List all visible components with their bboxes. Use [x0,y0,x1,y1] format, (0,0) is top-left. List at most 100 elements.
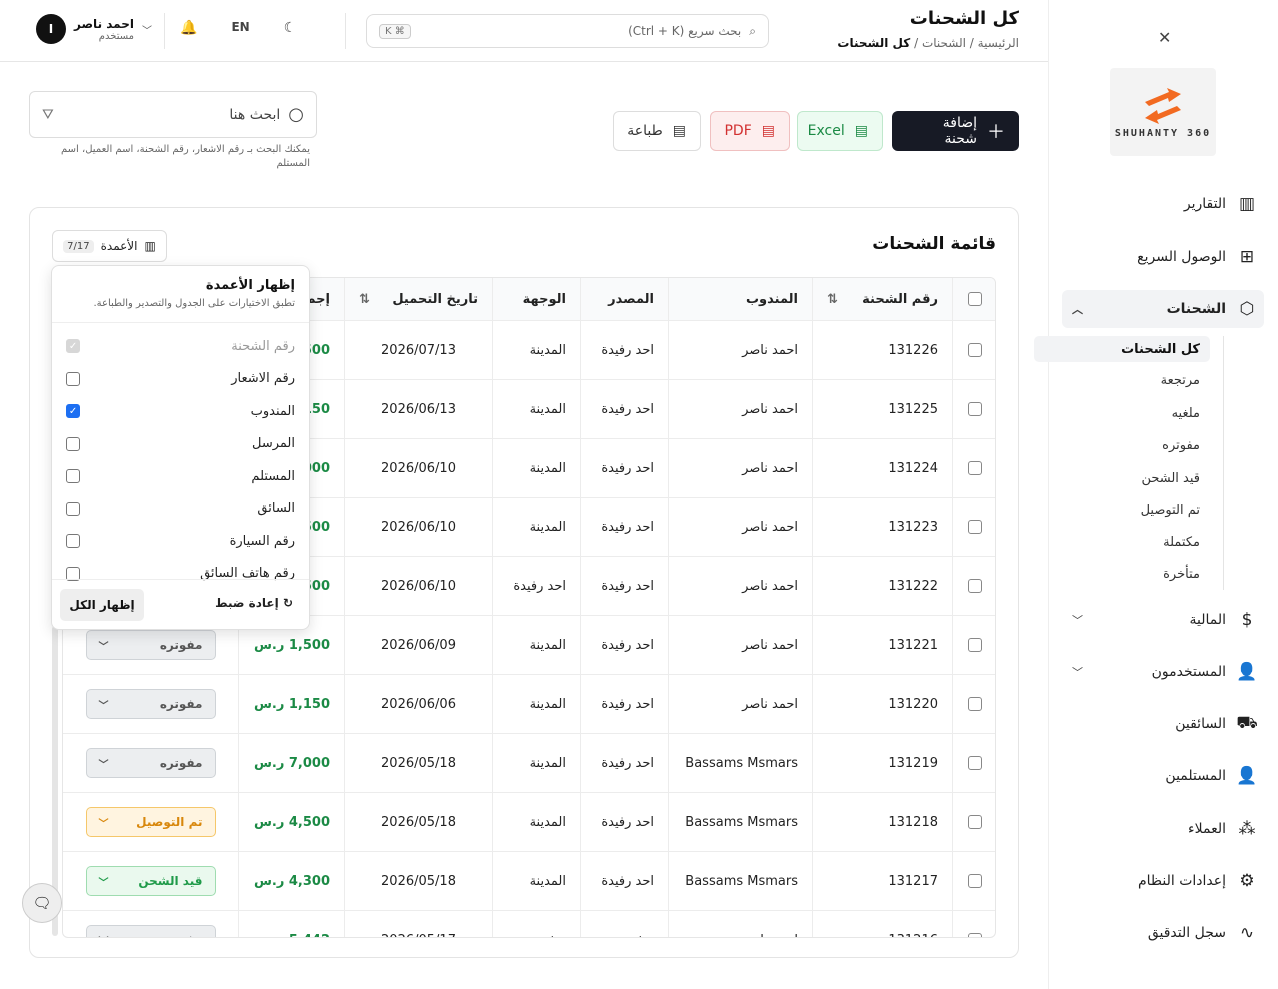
sidebar-sub-returned[interactable]: مرتجعة [1034,367,1210,393]
bell-icon[interactable]: 🔔 [180,20,197,36]
row-checkbox[interactable] [952,852,995,910]
row-checkbox[interactable] [952,321,995,379]
close-icon[interactable]: ✕ [1158,28,1171,47]
table-row[interactable]: 131217 Bassams Msmars احد رفيدة المدينة 2026… [63,852,995,911]
checkbox[interactable] [66,371,80,386]
shipment-no[interactable]: 131222 [812,557,952,615]
column-option[interactable]: المندوب ✓ [66,401,295,421]
status-select[interactable]: مفوتره ﹀ [85,630,216,660]
status-cell: مفوتره ﹀ [63,675,238,733]
shipment-no[interactable]: 131224 [812,439,952,497]
sort-icon[interactable]: ⇅ [359,292,370,307]
reset-button[interactable]: ↻ إعادة ضبط [215,596,293,610]
shipment-no[interactable]: 131216 [812,911,952,937]
user-menu[interactable]: ﹀ احمد ناصر مستخدم I [36,14,152,44]
shipment-no[interactable]: 131219 [812,734,952,792]
print-button[interactable]: ▤ طباعة [613,111,701,151]
status-select[interactable]: مفوتره ﹀ [85,925,216,937]
header-shipment-no[interactable]: رقم الشحنة ⇅ [812,278,952,320]
sidebar-item-reports[interactable]: ▥ التقارير [1014,185,1264,223]
row-checkbox[interactable] [952,498,995,556]
row-checkbox[interactable] [952,675,995,733]
sidebar-item-finance[interactable]: $ المالية ﹀ [1062,601,1264,639]
chevron-down-icon: ﹀ [98,818,109,830]
sidebar-item-audit-log[interactable]: ∿ سجل التدقيق [1014,914,1264,952]
shipment-no[interactable]: 131226 [812,321,952,379]
sidebar-sub-delivered[interactable]: تم التوصيل [1034,497,1210,523]
sidebar-item-quick-access[interactable]: ⊞ الوصول السريع [1014,238,1264,276]
shortcut-badge: ⌘ K [379,23,411,39]
total-amount: 5,442 ر.س [238,911,344,937]
language-toggle[interactable]: EN [231,20,249,36]
checkbox[interactable] [66,501,80,516]
column-option[interactable]: السائق [66,499,295,519]
select-all-checkbox[interactable] [952,278,995,320]
breadcrumb-home[interactable]: الرئيسية [978,36,1019,50]
table-row[interactable]: 131216احمد ناصربيشةبيشة2026/05/175,442 ر… [63,911,995,937]
shipment-search-input[interactable]: ○ ابحث هنا ⛛ [29,91,317,138]
shipment-no[interactable]: 131223 [812,498,952,556]
column-option[interactable]: رقم الاشعار [66,369,295,389]
row-checkbox[interactable] [952,380,995,438]
columns-button[interactable]: ▥ الأعمدة 7/17 [52,230,167,262]
sort-icon[interactable]: ⇅ [827,292,838,307]
load-date: 2026/07/13 [344,321,492,379]
checkbox[interactable]: ✓ [66,404,80,418]
sidebar-sub-cancelled[interactable]: ملغيه [1034,400,1210,426]
sidebar-sub-late[interactable]: متأخرة [1034,561,1210,587]
row-checkbox[interactable] [952,616,995,674]
sidebar-sub-in-transit[interactable]: قيد الشحن [1034,465,1210,491]
shipment-no[interactable]: 131221 [812,616,952,674]
shipment-no[interactable]: 131217 [812,852,952,910]
export-pdf-button[interactable]: ▤ PDF [710,111,790,151]
rep-name: احمد ناصر [668,439,812,497]
status-select[interactable]: مفوتره ﹀ [85,748,216,778]
row-checkbox[interactable] [952,734,995,792]
divider [164,13,165,49]
row-checkbox[interactable] [952,557,995,615]
status-select[interactable]: تم التوصيل ﹀ [85,807,216,837]
sidebar-sub-completed[interactable]: مكتملة [1034,529,1210,555]
checkbox[interactable] [66,469,80,483]
filter-clear-icon[interactable]: ⛛ [42,107,54,123]
shipment-no[interactable]: 131225 [812,380,952,438]
sidebar-item-shipments[interactable]: ⬡ الشحنات ︿ [1062,290,1264,328]
moon-icon[interactable]: ☾ [284,20,297,36]
table-row[interactable]: 131220 احمد ناصر احد رفيدة المدينة 2026/06/0… [63,675,995,734]
logo: SHUHANTY 360 [1110,68,1216,156]
column-option[interactable]: رقم السيارة [66,531,295,551]
sidebar-item-recipients[interactable]: 👤 المستلمين [1014,757,1264,795]
checkbox[interactable] [66,534,80,548]
sidebar-sub-invoiced[interactable]: مفوتره [1034,432,1210,458]
status-select[interactable]: مفوتره ﹀ [85,689,216,719]
column-option[interactable]: المرسل [66,434,295,454]
row-checkbox[interactable] [952,911,995,937]
gear-icon: ⚙ [1239,871,1255,891]
header-load-date[interactable]: تاريخ التحميل ⇅ [344,278,492,320]
sidebar-item-drivers[interactable]: ⛟ السائقين [1014,705,1264,743]
status-select[interactable]: قيد الشحن ﹀ [85,866,216,896]
column-option-label: رقم الاشعار [231,371,295,386]
quick-search-input[interactable]: ⌕ بحث سريع (Ctrl + K) ⌘ K [366,14,769,48]
source: احد رفيدة [580,793,668,851]
sidebar-item-clients[interactable]: ⁂ العملاء [1014,810,1264,848]
rep-name: احمد ناصر [668,380,812,438]
row-checkbox[interactable] [952,439,995,497]
row-checkbox[interactable] [952,793,995,851]
sidebar-item-label: الوصول السريع [1137,249,1226,265]
column-option[interactable]: المستلم [66,466,295,486]
breadcrumb-shipments[interactable]: الشحنات [922,36,966,50]
chat-icon[interactable]: 🗨 [22,883,62,923]
sidebar-item-label: التقارير [1183,196,1226,212]
sidebar-sub-all-shipments[interactable]: كل الشحنات [1034,336,1210,362]
table-row[interactable]: 131219 Bassams Msmars احد رفيدة المدينة 2026… [63,734,995,793]
sidebar-item-settings[interactable]: ⚙ إعدادات النظام [1014,862,1264,900]
shipment-no[interactable]: 131218 [812,793,952,851]
shipment-no[interactable]: 131220 [812,675,952,733]
add-shipment-button[interactable]: ＋ إضافة شحنة [892,111,1019,151]
export-excel-button[interactable]: ▤ Excel [797,111,883,151]
show-all-button[interactable]: إظهار الكل [60,589,144,621]
sidebar-item-users[interactable]: 👤 المستخدمون ﹀ [1062,653,1264,691]
checkbox[interactable] [66,436,80,451]
table-row[interactable]: 131218 Bassams Msmars احد رفيدة المدينة 2026… [63,793,995,852]
